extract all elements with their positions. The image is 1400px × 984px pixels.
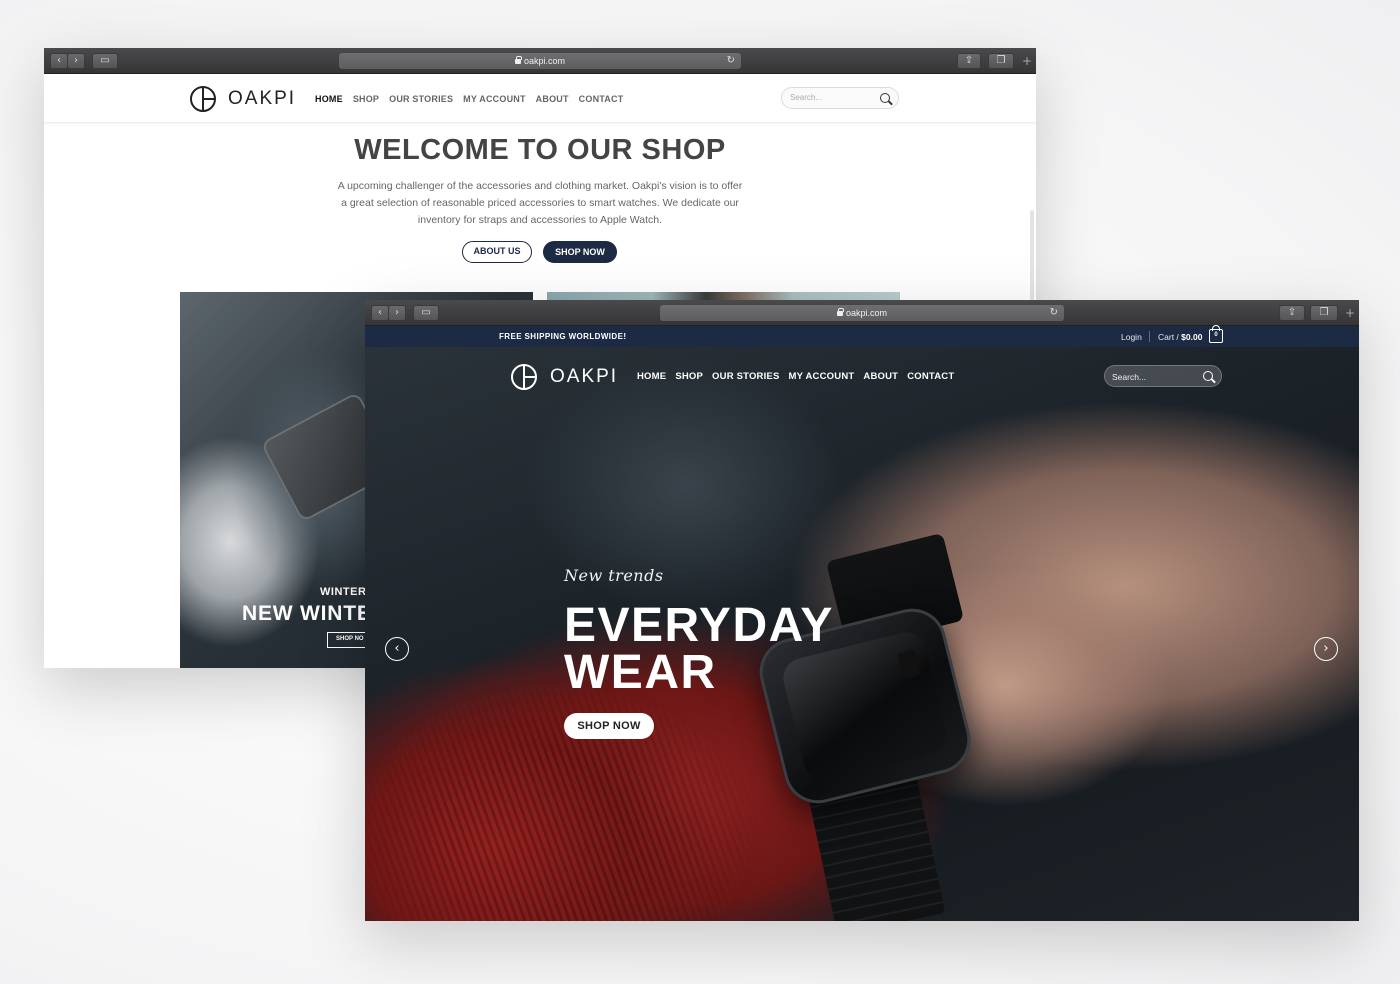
sidebar-icon[interactable]: ▭ xyxy=(92,53,118,69)
url-text: oakpi.com xyxy=(523,56,566,66)
nav-home[interactable]: HOME xyxy=(315,94,343,104)
nav-contact[interactable]: CONTACT xyxy=(907,371,954,382)
sidebar-icon[interactable]: ▭ xyxy=(413,305,439,321)
hero-shop-now-button[interactable]: SHOP NOW xyxy=(564,713,654,739)
search-icon[interactable] xyxy=(880,93,890,103)
search-icon[interactable] xyxy=(1203,371,1213,381)
divider xyxy=(1149,331,1150,342)
cart-total: $0.00 xyxy=(1181,332,1203,342)
browser-window-front: ‹ › ▭ oakpi.com ↻ ⇪ ❐ + New trends EVERY… xyxy=(365,300,1359,921)
hero-headline-line: EVERYDAY xyxy=(564,599,834,652)
intro-line: a great selection of reasonable priced a… xyxy=(341,197,739,209)
search-input[interactable]: Search... xyxy=(781,87,899,109)
tabs-icon[interactable]: ❐ xyxy=(1310,305,1338,321)
banner-title: NEW WINTE xyxy=(242,602,372,625)
logo-text[interactable]: OAKPI xyxy=(550,366,618,388)
background: ‹ › ▭ oakpi.com ↻ ⇪ ❐ + OAKPI HOME SHOP … xyxy=(0,0,1400,984)
reload-icon[interactable]: ↻ xyxy=(727,53,735,69)
scrollbar[interactable] xyxy=(1030,210,1034,300)
back-icon[interactable]: ‹ xyxy=(50,53,68,69)
login-link[interactable]: Login xyxy=(1121,332,1142,342)
intro-line: inventory for straps and accessories to … xyxy=(417,214,663,226)
forward-icon[interactable]: › xyxy=(67,53,85,69)
logo-icon[interactable] xyxy=(511,364,537,390)
search-placeholder: Search... xyxy=(790,93,823,102)
new-tab-icon[interactable]: + xyxy=(1022,54,1032,68)
main-nav: HOME SHOP OUR STORIES MY ACCOUNT ABOUT C… xyxy=(637,371,963,382)
hero-tagline: New trends xyxy=(564,566,664,585)
lock-icon xyxy=(514,56,522,64)
reload-icon[interactable]: ↻ xyxy=(1050,305,1058,321)
shop-now-button[interactable]: SHOP NOW xyxy=(543,241,617,263)
nav-shop[interactable]: SHOP xyxy=(353,94,379,104)
hero-headline: EVERYDAY WEAR xyxy=(564,599,834,699)
logo-text[interactable]: OAKPI xyxy=(228,88,296,110)
nav-shop[interactable]: SHOP xyxy=(675,371,703,382)
bag-icon[interactable]: 0 xyxy=(1209,325,1223,343)
banner-kicker: WINTER xyxy=(320,586,367,598)
share-icon[interactable]: ⇪ xyxy=(1279,305,1305,321)
nav-my-account[interactable]: MY ACCOUNT xyxy=(789,371,855,382)
search-input[interactable]: Search... xyxy=(1104,365,1222,387)
back-icon[interactable]: ‹ xyxy=(371,305,389,321)
forward-icon[interactable]: › xyxy=(388,305,406,321)
share-icon[interactable]: ⇪ xyxy=(957,53,981,69)
nav-contact[interactable]: CONTACT xyxy=(579,94,624,104)
search-placeholder: Search... xyxy=(1112,372,1147,382)
intro-line: A upcoming challenger of the accessories… xyxy=(337,180,743,192)
top-bar: FREE SHIPPING WORLDWIDE! Login Cart / $0… xyxy=(365,325,1359,347)
page-title: WELCOME TO OUR SHOP xyxy=(354,134,726,166)
tabs-icon[interactable]: ❐ xyxy=(988,53,1014,69)
intro-text: A upcoming challenger of the accessories… xyxy=(328,178,752,229)
site-header: OAKPI HOME SHOP OUR STORIES MY ACCOUNT A… xyxy=(44,74,1036,123)
nav-home[interactable]: HOME xyxy=(637,371,666,382)
cart-link[interactable]: Cart / $0.00 xyxy=(1158,332,1202,342)
browser-toolbar: ‹ › ▭ oakpi.com ↻ ⇪ ❐ + xyxy=(44,48,1036,74)
chevron-right-icon[interactable]: › xyxy=(1314,637,1338,661)
address-bar[interactable]: oakpi.com ↻ xyxy=(660,305,1064,321)
nav-my-account[interactable]: MY ACCOUNT xyxy=(463,94,526,104)
nav-our-stories[interactable]: OUR STORIES xyxy=(712,371,779,382)
main-nav: HOME SHOP OUR STORIES MY ACCOUNT ABOUT C… xyxy=(315,94,633,104)
address-bar[interactable]: oakpi.com ↻ xyxy=(339,53,741,69)
nav-about[interactable]: ABOUT xyxy=(863,371,898,382)
logo-icon[interactable] xyxy=(190,86,216,112)
url-text: oakpi.com xyxy=(845,308,888,318)
nav-our-stories[interactable]: OUR STORIES xyxy=(389,94,453,104)
new-tab-icon[interactable]: + xyxy=(1345,306,1355,320)
nav-about[interactable]: ABOUT xyxy=(536,94,569,104)
cart-label: Cart / xyxy=(1158,332,1182,342)
about-us-button[interactable]: ABOUT US xyxy=(462,241,532,263)
lock-icon xyxy=(836,308,844,316)
browser-toolbar: ‹ › ▭ oakpi.com ↻ ⇪ ❐ + xyxy=(365,300,1359,326)
shipping-notice: FREE SHIPPING WORLDWIDE! xyxy=(499,332,627,341)
hero-headline-line: WEAR xyxy=(564,646,717,699)
chevron-left-icon[interactable]: ‹ xyxy=(385,637,409,661)
hero-slider: New trends EVERYDAY WEAR SHOP NOW ‹ › xyxy=(365,326,1359,921)
